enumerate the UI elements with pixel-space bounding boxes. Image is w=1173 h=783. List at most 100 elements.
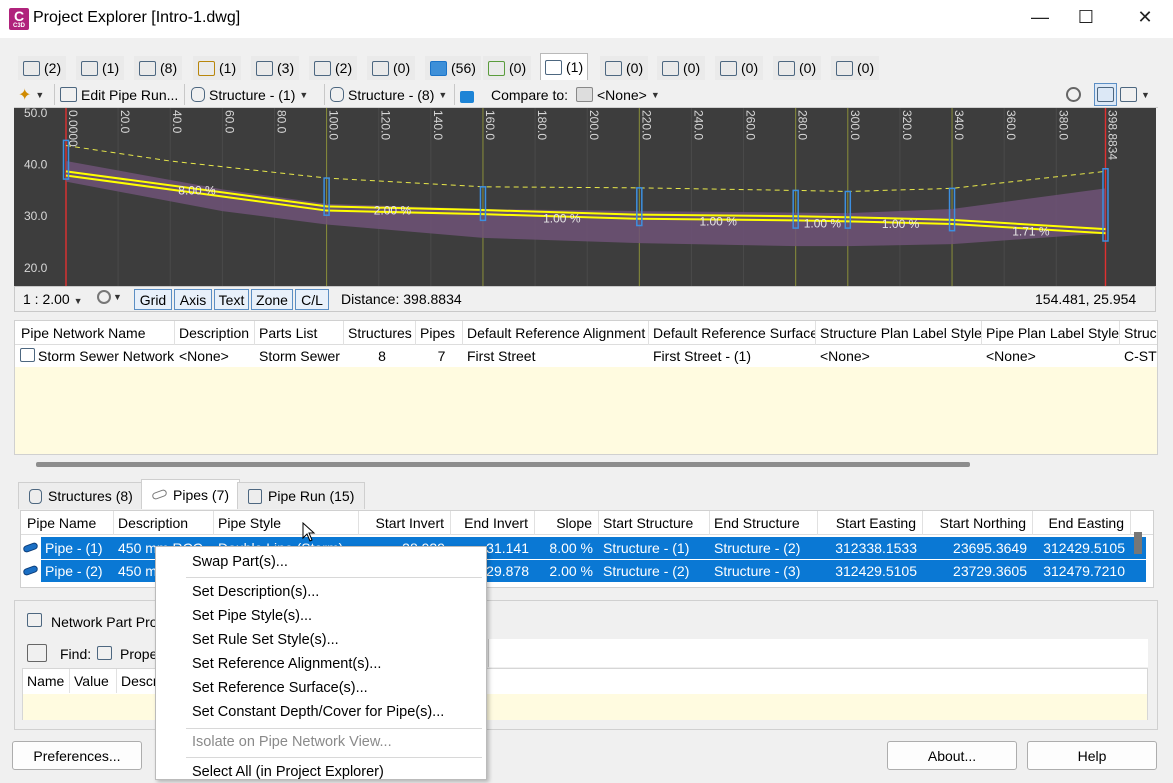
- tab-points[interactable]: (56): [425, 56, 481, 80]
- horizontal-scrollbar[interactable]: [14, 455, 1158, 473]
- tab-pipe-networks[interactable]: (1): [540, 53, 589, 80]
- zone-toggle[interactable]: Zone: [251, 289, 293, 310]
- col-default-ref-alignment[interactable]: Default Reference Alignment: [463, 321, 649, 345]
- tab-pressure-networks[interactable]: (0): [600, 56, 649, 80]
- minimize-button[interactable]: —: [1017, 0, 1063, 34]
- menu-item-swap-parts[interactable]: Swap Part(s)...: [192, 551, 288, 573]
- col-structure-plan-label-style[interactable]: Structure Plan Label Style: [816, 321, 982, 345]
- col-structures[interactable]: Structures: [344, 321, 416, 345]
- zoom-dropdown[interactable]: ▼: [97, 290, 122, 304]
- chevron-down-icon: ▼: [113, 292, 122, 302]
- chevron-down-icon: ▼: [35, 89, 45, 100]
- col-start-easting[interactable]: Start Easting: [818, 511, 923, 535]
- menu-item-set-reference-surface[interactable]: Set Reference Surface(s)...: [192, 677, 368, 699]
- x-axis-label: 280.0: [796, 110, 810, 140]
- slope-label: 1.00 %: [804, 217, 842, 231]
- lock-button[interactable]: [460, 83, 474, 106]
- preferences-button[interactable]: Preferences...: [12, 741, 142, 770]
- scale-dropdown[interactable]: 1 : 2.00 ▼: [23, 291, 83, 307]
- menu-item-set-rule-set-style[interactable]: Set Rule Set Style(s)...: [192, 629, 339, 651]
- tab-catchments[interactable]: (0): [657, 56, 706, 80]
- zoom-button[interactable]: [1066, 83, 1081, 106]
- col-end-structure[interactable]: End Structure: [710, 511, 818, 535]
- centerline-toggle[interactable]: C/L: [295, 289, 329, 310]
- menu-item-set-reference-alignment[interactable]: Set Reference Alignment(s)...: [192, 653, 381, 675]
- grid-view-dropdown[interactable]: ▼: [1120, 83, 1150, 106]
- structure-start-dropdown[interactable]: Structure - (1) ▼: [191, 83, 308, 106]
- col-pipes[interactable]: Pipes: [416, 321, 463, 345]
- col-start-invert[interactable]: Start Invert: [359, 511, 451, 535]
- menu-item-set-pipe-style[interactable]: Set Pipe Style(s)...: [192, 605, 312, 627]
- tab-alignments[interactable]: (2): [18, 56, 67, 80]
- col-pipe-style[interactable]: Pipe Style: [214, 511, 359, 535]
- structure-end-dropdown[interactable]: Structure - (8) ▼: [330, 83, 447, 106]
- compare-to-dropdown[interactable]: <None> ▼: [576, 83, 660, 106]
- pipe-network-grid[interactable]: Pipe Network Name Description Parts List…: [14, 320, 1158, 455]
- table-row[interactable]: Storm Sewer Network <None> Storm Sewer 8…: [15, 345, 1157, 367]
- menu-item-set-description[interactable]: Set Description(s)...: [192, 581, 319, 603]
- tab-pipe-run[interactable]: Pipe Run (15): [237, 482, 366, 509]
- tab-surfaces[interactable]: (2): [309, 56, 358, 80]
- col-description[interactable]: Description: [175, 321, 255, 345]
- maximize-button[interactable]: ☐: [1063, 0, 1109, 34]
- slope-label: 1.00 %: [700, 215, 738, 229]
- col-name[interactable]: Name: [23, 669, 70, 693]
- tab-feature-lines[interactable]: (0): [715, 56, 764, 80]
- tab-data-shortcuts[interactable]: (0): [773, 56, 822, 80]
- tab-parcels[interactable]: (0): [483, 56, 532, 80]
- edit-properties-icon[interactable]: [27, 644, 47, 662]
- menu-item-isolate: Isolate on Pipe Network View...: [192, 734, 392, 750]
- vertical-scrollbar-thumb[interactable]: [1134, 532, 1142, 554]
- col-pipe-name[interactable]: Pipe Name: [23, 511, 114, 535]
- menu-separator: [186, 577, 482, 578]
- col-end-easting[interactable]: End Easting: [1033, 511, 1131, 535]
- x-axis-label: 260.0: [744, 110, 758, 140]
- structure-icon: [29, 488, 42, 504]
- grid-toggle[interactable]: Grid: [134, 289, 172, 310]
- catchment-icon: [662, 60, 679, 76]
- tab-profiles[interactable]: (8): [134, 56, 183, 80]
- find-scope-dropdown[interactable]: Prope: [120, 646, 157, 662]
- y-axis-label: 30.0: [24, 209, 48, 223]
- axis-toggle[interactable]: Axis: [174, 289, 212, 310]
- pipe-profile-view[interactable]: 0.0000 20.0 40.0 60.0 80.0 100.0 120.0 140.0 160…: [14, 108, 1156, 286]
- tab-pipes[interactable]: Pipes (7): [141, 479, 241, 509]
- col-description[interactable]: Description: [114, 511, 214, 535]
- col-start-northing[interactable]: Start Northing: [923, 511, 1033, 535]
- close-button[interactable]: ✕: [1122, 0, 1168, 34]
- col-structure-truncated[interactable]: Struc: [1120, 321, 1157, 345]
- list-view-toggle[interactable]: [1094, 83, 1117, 106]
- col-value[interactable]: Value: [70, 669, 117, 693]
- distance-readout: Distance: 398.8834: [341, 291, 462, 307]
- menu-item-set-constant-depth[interactable]: Set Constant Depth/Cover for Pipe(s)...: [192, 701, 444, 723]
- mouse-cursor-icon: [302, 522, 316, 542]
- col-default-ref-surface[interactable]: Default Reference Surface: [649, 321, 816, 345]
- chevron-down-icon: ▼: [438, 89, 448, 100]
- x-axis-label: 320.0: [900, 110, 914, 140]
- col-end-invert[interactable]: End Invert: [451, 511, 535, 535]
- tab-structures[interactable]: Structures (8): [18, 482, 144, 509]
- col-pipe-plan-label-style[interactable]: Pipe Plan Label Style: [982, 321, 1120, 345]
- find-input[interactable]: [488, 639, 1148, 667]
- scrollbar-thumb[interactable]: [36, 462, 970, 467]
- slope-label: 2.00 %: [374, 204, 412, 218]
- sample-line-icon: [372, 60, 389, 76]
- x-axis-label: 140.0: [431, 110, 445, 140]
- col-pipe-network-name[interactable]: Pipe Network Name: [17, 321, 175, 345]
- new-item-dropdown[interactable]: ✦ ▼: [18, 83, 44, 106]
- col-parts-list[interactable]: Parts List: [255, 321, 344, 345]
- about-button[interactable]: About...: [887, 741, 1017, 770]
- tab-sites[interactable]: (1): [76, 56, 125, 80]
- x-axis-label: 360.0: [1004, 110, 1018, 140]
- properties-title: Network Part Pro: [51, 614, 158, 630]
- tab-corridors[interactable]: (1): [193, 56, 242, 80]
- help-button[interactable]: Help: [1027, 741, 1157, 770]
- tab-sample-lines[interactable]: (0): [367, 56, 416, 80]
- text-toggle[interactable]: Text: [214, 289, 249, 310]
- tab-survey[interactable]: (0): [831, 56, 880, 80]
- col-slope[interactable]: Slope: [535, 511, 599, 535]
- tab-assemblies[interactable]: (3): [251, 56, 300, 80]
- col-start-structure[interactable]: Start Structure: [599, 511, 710, 535]
- data-shortcut-icon: [778, 60, 795, 76]
- edit-pipe-run-button[interactable]: Edit Pipe Run...: [60, 83, 178, 106]
